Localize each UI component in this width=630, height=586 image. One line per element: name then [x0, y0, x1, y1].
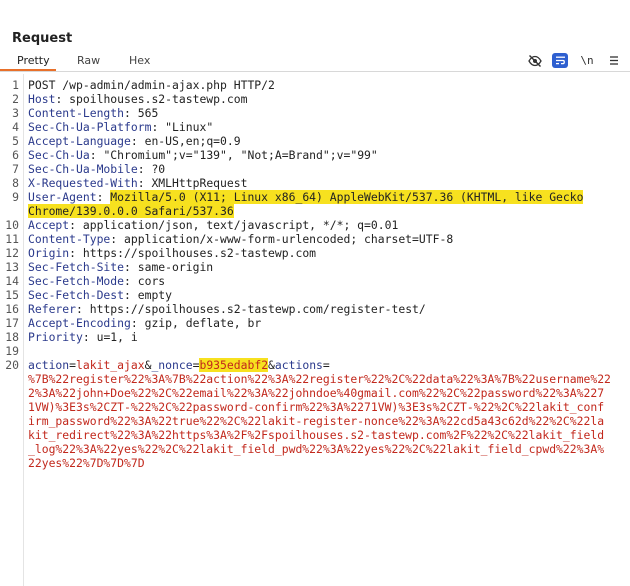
header-line: Sec-Ch-Ua: "Chromium";v="139", "Not;A=Br…: [28, 148, 378, 162]
body-encoded-line: 1VW)%3E3s%2CZT-%22%2C%22password-confirm…: [28, 400, 605, 414]
body-encoded-line: irm_password%22%3A%22true%22%2C%22lakit-…: [28, 414, 605, 428]
param-key: action: [28, 358, 70, 372]
header-name: Sec-Fetch-Site: [28, 260, 125, 274]
body-encoded-line: %7B%22register%22%3A%7B%22action%22%3A%2…: [28, 372, 611, 386]
header-line: Accept-Encoding: gzip, deflate, br: [28, 316, 262, 330]
header-line-continuation: Chrome/139.0.0.0 Safari/537.36: [28, 204, 234, 218]
header-value: empty: [137, 288, 173, 302]
line-number: 5: [12, 134, 19, 148]
header-value: application/json, text/javascript, */*; …: [82, 218, 399, 232]
header-line: Referer: https://spoilhouses.s2-tastewp.…: [28, 302, 426, 316]
header-name: Origin: [28, 246, 70, 260]
line-number: 18: [5, 330, 19, 344]
request-line: POST /wp-admin/admin-ajax.php HTTP/2: [28, 78, 275, 92]
header-name: Accept: [28, 218, 70, 232]
header-value: gzip, deflate, br: [144, 316, 262, 330]
param-key: actions: [274, 358, 323, 372]
eye-slash-icon[interactable]: [527, 53, 543, 68]
line-number: 12: [5, 246, 19, 260]
body-encoded-line: _log%22%3A%22yes%22%2C%22lakit_field_pwd…: [28, 442, 605, 456]
header-value: u=1, i: [96, 330, 138, 344]
top-spacer: [0, 0, 630, 28]
tab-hex[interactable]: Hex: [129, 54, 150, 67]
header-name: Sec-Fetch-Mode: [28, 274, 125, 288]
line-number: 3: [12, 106, 19, 120]
newline-toggle[interactable]: \n: [579, 53, 595, 68]
body-encoded-line: 22yes%22%7D%7D%7D: [28, 456, 145, 470]
line-number: 14: [5, 274, 19, 288]
line-number: 1: [12, 78, 19, 92]
wrap-lines-icon[interactable]: [552, 53, 568, 68]
header-name: User-Agent: [28, 190, 97, 204]
header-value: XMLHttpRequest: [151, 176, 248, 190]
header-value: https://spoilhouses.s2-tastewp.com/regis…: [89, 302, 426, 316]
header-line: Sec-Fetch-Mode: cors: [28, 274, 166, 288]
line-number: 19: [5, 344, 19, 358]
line-number: 9: [12, 190, 19, 204]
line-number: 2: [12, 92, 19, 106]
line-number: 6: [12, 148, 19, 162]
body-encoded-line: kit_redirect%22%3A%22https%3A%2F%2Fspoil…: [28, 428, 605, 442]
highlighted-nonce-value: b935edabf2: [199, 358, 269, 372]
header-line: Accept-Language: en-US,en;q=0.9: [28, 134, 241, 148]
header-name: Sec-Ch-Ua: [28, 148, 90, 162]
line-number: 4: [12, 120, 19, 134]
hamburger-menu-icon[interactable]: [606, 53, 622, 68]
line-number: 16: [5, 302, 19, 316]
line-number: 11: [5, 232, 19, 246]
line-number-gutter: 1 2 3 4 5 6 7 8 9 10 11 12 13 14 15 16 1…: [0, 74, 24, 586]
tab-raw[interactable]: Raw: [77, 54, 100, 67]
header-line: Sec-Ch-Ua-Platform: "Linux": [28, 120, 214, 134]
highlighted-user-agent-cont: Chrome/139.0.0.0 Safari/537.36: [28, 204, 234, 218]
line-number: 10: [5, 218, 19, 232]
line-number: 20: [5, 358, 19, 372]
panel-title: Request: [12, 31, 73, 46]
header-value: "Chromium";v="139", "Not;A=Brand";v="99": [103, 148, 378, 162]
line-number: 7: [12, 162, 19, 176]
header-line: Content-Type: application/x-www-form-url…: [28, 232, 454, 246]
tab-divider: [0, 71, 630, 72]
header-name: Sec-Ch-Ua-Platform: [28, 120, 152, 134]
header-value: application/x-www-form-urlencoded; chars…: [124, 232, 454, 246]
highlighted-user-agent: Mozilla/5.0 (X11; Linux x86_64) AppleWeb…: [110, 190, 584, 204]
header-value: 565: [137, 106, 159, 120]
header-name: Priority: [28, 330, 83, 344]
line-number: 13: [5, 260, 19, 274]
header-line: Sec-Fetch-Dest: empty: [28, 288, 173, 302]
header-line: Priority: u=1, i: [28, 330, 138, 344]
header-line: Host: spoilhouses.s2-tastewp.com: [28, 92, 248, 106]
header-value: "Linux": [165, 120, 214, 134]
header-line: Content-Length: 565: [28, 106, 159, 120]
header-line: Origin: https://spoilhouses.s2-tastewp.c…: [28, 246, 317, 260]
header-name: Accept-Language: [28, 134, 131, 148]
header-line: Accept: application/json, text/javascrip…: [28, 218, 399, 232]
header-value: cors: [137, 274, 166, 288]
header-value: same-origin: [137, 260, 214, 274]
line-number: 15: [5, 288, 19, 302]
header-value: https://spoilhouses.s2-tastewp.com: [82, 246, 317, 260]
body-params-line: action=lakit_ajax&_nonce=b935edabf2&acti…: [28, 358, 330, 372]
header-name: Content-Length: [28, 106, 125, 120]
body-encoded-line: 2%3A%22john+Doe%22%2C%22email%22%3A%22jo…: [28, 386, 605, 400]
line-number: 17: [5, 316, 19, 330]
header-name: Sec-Fetch-Dest: [28, 288, 125, 302]
param-value: lakit_ajax: [76, 358, 145, 372]
header-name: Content-Type: [28, 232, 111, 246]
header-line: X-Requested-With: XMLHttpRequest: [28, 176, 248, 190]
tab-pretty[interactable]: Pretty: [17, 54, 50, 67]
header-value: ?0: [151, 162, 166, 176]
line-number: 8: [12, 176, 19, 190]
header-name: Referer: [28, 302, 77, 316]
param-key: _nonce: [151, 358, 193, 372]
header-value: spoilhouses.s2-tastewp.com: [69, 92, 248, 106]
header-name: Sec-Ch-Ua-Mobile: [28, 162, 138, 176]
header-value: en-US,en;q=0.9: [144, 134, 241, 148]
header-name: Host: [28, 92, 56, 106]
header-name: X-Requested-With: [28, 176, 138, 190]
header-line-user-agent: User-Agent: Mozilla/5.0 (X11; Linux x86_…: [28, 190, 584, 204]
header-line: Sec-Fetch-Site: same-origin: [28, 260, 214, 274]
header-line: Sec-Ch-Ua-Mobile: ?0: [28, 162, 166, 176]
header-name: Accept-Encoding: [28, 316, 131, 330]
request-editor[interactable]: 1 2 3 4 5 6 7 8 9 10 11 12 13 14 15 16 1…: [0, 74, 630, 586]
